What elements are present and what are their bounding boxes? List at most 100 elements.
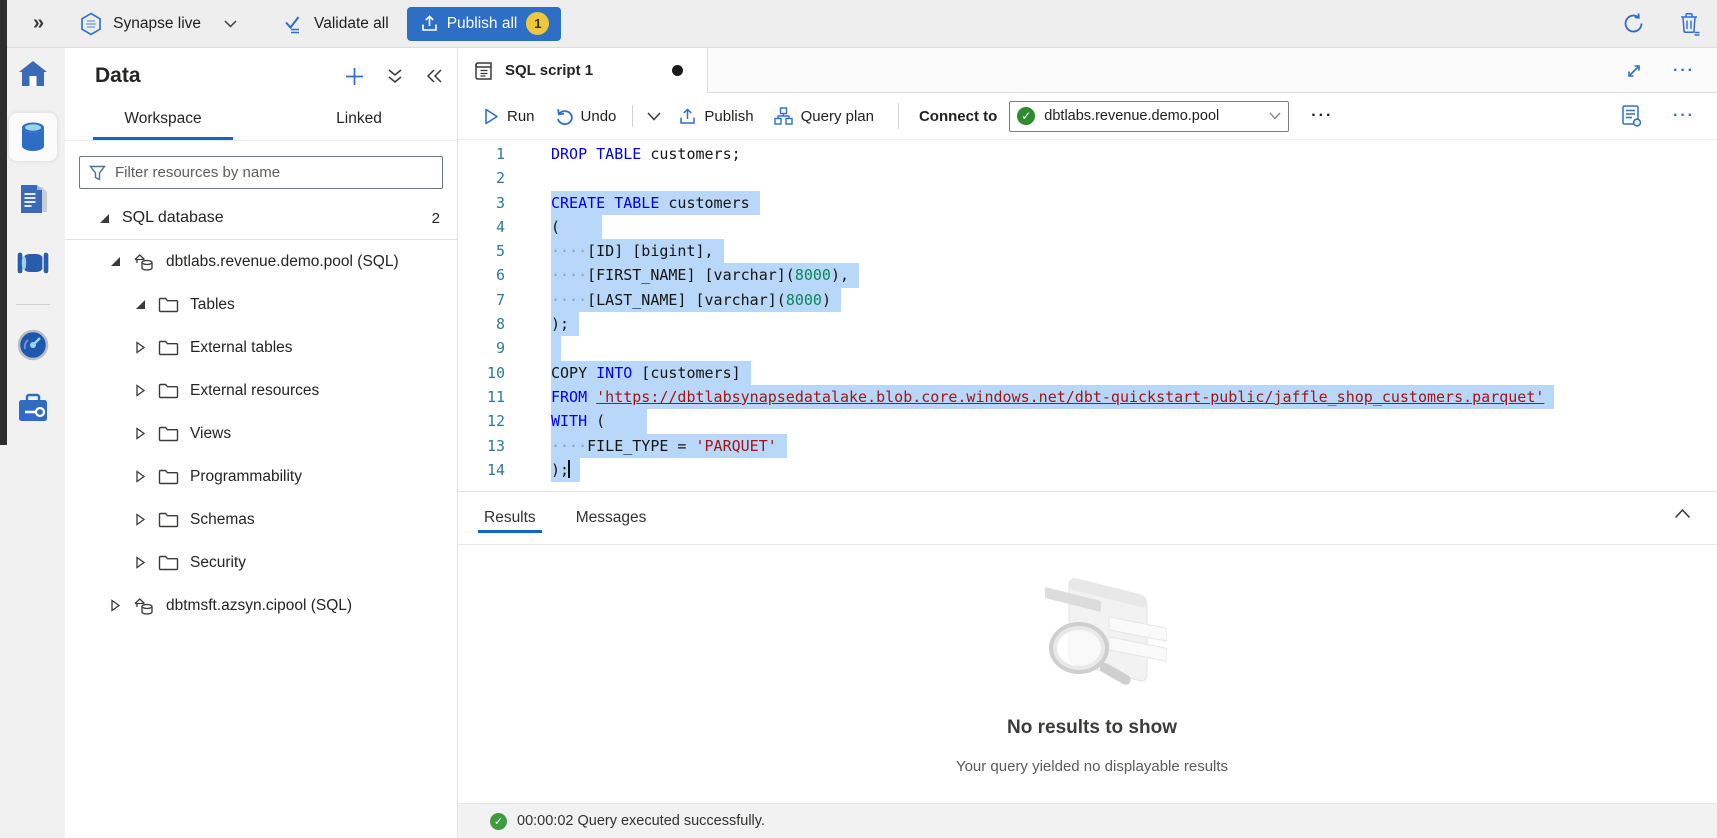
query-plan-label: Query plan (801, 108, 874, 125)
tree-item-schemas[interactable]: Schemas (65, 498, 457, 541)
filter-resources-input[interactable]: Filter resources by name (79, 156, 443, 189)
collapse-all-icon[interactable] (387, 67, 403, 85)
commands-more-ellipsis-icon[interactable]: ··· (1673, 107, 1695, 125)
query-plan-icon (774, 107, 793, 125)
tab-results[interactable]: Results (482, 495, 538, 541)
validate-all-label: Validate all (314, 15, 389, 33)
data-database-icon (18, 121, 48, 153)
connect-to-pool-dropdown[interactable]: ✓ dbtlabs.revenue.demo.pool (1009, 101, 1289, 132)
expanded-twisty-icon[interactable] (108, 257, 122, 266)
folder-icon (158, 511, 179, 528)
code-line-6[interactable]: 6····[FIRST_NAME] [varchar](8000), (458, 263, 1717, 287)
collapsed-twisty-icon[interactable] (133, 384, 147, 397)
expanded-twisty-icon[interactable] (133, 300, 147, 309)
code-line-9[interactable]: 9 (458, 336, 1717, 360)
collapsed-twisty-icon[interactable] (133, 341, 147, 354)
editor-toolbar: Run Undo Publish (458, 93, 1717, 140)
expand-editor-icon[interactable] (1625, 62, 1643, 80)
hub-develop[interactable] (9, 176, 57, 224)
collapsed-twisty-icon[interactable] (108, 599, 122, 612)
code-line-7[interactable]: 7····[LAST_NAME] [varchar](8000) (458, 288, 1717, 312)
line-content: CREATE TABLE customers (551, 191, 760, 215)
tree-item-sql-database[interactable]: SQL database2 (65, 197, 457, 240)
tree-item-views[interactable]: Views (65, 412, 457, 455)
results-body: No results to show Your query yielded no… (458, 545, 1717, 803)
code-line-14[interactable]: 14); (458, 458, 1717, 482)
tree-item-security[interactable]: Security (65, 541, 457, 584)
resource-tree: SQL database2dbtlabs.revenue.demo.pool (… (65, 197, 457, 627)
line-content: ····[ID] [bigint], (551, 239, 724, 263)
mode-selector[interactable]: Synapse live (80, 12, 237, 36)
code-line-13[interactable]: 13····FILE_TYPE = 'PARQUET' (458, 434, 1717, 458)
line-content: ); (551, 312, 579, 336)
publish-all-button[interactable]: Publish all 1 (407, 7, 562, 41)
line-number: 10 (458, 361, 505, 385)
tab-workspace[interactable]: Workspace (65, 100, 261, 140)
line-content: WITH ( (551, 409, 647, 433)
collapsed-twisty-icon[interactable] (133, 470, 147, 483)
tree-item-label: Views (190, 425, 231, 443)
no-results-subtitle: Your query yielded no displayable result… (956, 758, 1228, 775)
database-icon (133, 252, 155, 272)
tree-item-programmability[interactable]: Programmability (65, 455, 457, 498)
collapsed-twisty-icon[interactable] (133, 427, 147, 440)
hub-integrate[interactable] (9, 239, 57, 287)
tree-item-external-tables[interactable]: External tables (65, 326, 457, 369)
tree-item-tables[interactable]: Tables (65, 283, 457, 326)
expand-menu-icon[interactable]: » (33, 12, 42, 35)
toolbar-more-ellipsis-icon[interactable]: ··· (1311, 107, 1333, 125)
query-status-text: 00:00:02 Query executed successfully. (517, 813, 765, 829)
code-line-5[interactable]: 5····[ID] [bigint], (458, 239, 1717, 263)
refresh-icon[interactable] (1622, 12, 1645, 35)
code-line-4[interactable]: 4( (458, 215, 1717, 239)
line-content: ····FILE_TYPE = 'PARQUET' (551, 434, 787, 458)
unsaved-changes-dot (672, 65, 683, 76)
add-plus-icon[interactable] (344, 66, 365, 87)
window-edge (0, 0, 7, 445)
code-line-1[interactable]: 1DROP TABLE customers; (458, 142, 1717, 166)
hub-home[interactable] (9, 50, 57, 98)
run-play-icon (484, 108, 499, 125)
collapsed-twisty-icon[interactable] (133, 556, 147, 569)
run-button[interactable]: Run (474, 100, 545, 132)
collapsed-twisty-icon[interactable] (133, 513, 147, 526)
query-plan-button[interactable]: Query plan (764, 100, 884, 132)
mode-label: Synapse live (113, 15, 201, 33)
tab-more-ellipsis-icon[interactable]: ··· (1673, 62, 1695, 80)
code-line-10[interactable]: 10COPY INTO [customers] (458, 361, 1717, 385)
tab-messages[interactable]: Messages (574, 495, 649, 541)
chevron-up-icon[interactable] (1674, 508, 1691, 519)
publish-button[interactable]: Publish (669, 100, 763, 132)
line-number: 3 (458, 191, 505, 215)
folder-icon (158, 382, 179, 399)
synapse-hexagon-icon (80, 12, 102, 36)
hub-monitor[interactable] (9, 321, 57, 369)
tree-item-label: dbtmsft.azsyn.cipool (SQL) (166, 597, 352, 615)
tab-linked[interactable]: Linked (261, 100, 457, 140)
tab-sql-script-1[interactable]: SQL script 1 (458, 48, 708, 93)
expanded-twisty-icon[interactable] (97, 214, 111, 223)
undo-button[interactable]: Undo (545, 100, 627, 132)
code-line-12[interactable]: 12WITH ( (458, 409, 1717, 433)
hub-manage[interactable] (9, 384, 57, 432)
top-bar: » Synapse live Validate all Publish all … (0, 0, 1717, 48)
tree-item-external-resources[interactable]: External resources (65, 369, 457, 412)
tree-item-dbtlabs-revenue-demo-pool-sql-[interactable]: dbtlabs.revenue.demo.pool (SQL) (65, 240, 457, 283)
discard-trash-icon[interactable] (1679, 12, 1701, 36)
sql-code-editor[interactable]: 1DROP TABLE customers;23 CREATE TABLE cus… (458, 140, 1717, 492)
code-line-2[interactable]: 2 (458, 166, 1717, 190)
tree-item-dbtmsft-azsyn-cipool-sql-[interactable]: dbtmsft.azsyn.cipool (SQL) (65, 584, 457, 627)
folder-icon (158, 339, 179, 356)
code-line-8[interactable]: 8); (458, 312, 1717, 336)
code-line-11[interactable]: 11FROM 'https://dbtlabsynapsedatalake.bl… (458, 385, 1717, 409)
no-results-title: No results to show (1007, 717, 1177, 739)
code-line-3[interactable]: 3 CREATE TABLE customers (458, 191, 1717, 215)
manage-toolbox-icon (17, 393, 49, 423)
hub-data[interactable] (9, 113, 57, 161)
undo-label: Undo (581, 108, 617, 125)
collapse-panel-icon[interactable] (425, 68, 443, 84)
properties-icon[interactable] (1621, 104, 1643, 128)
validate-all-button[interactable]: Validate all (283, 14, 389, 34)
folder-icon (158, 468, 179, 485)
run-options-chevron[interactable] (639, 112, 669, 121)
